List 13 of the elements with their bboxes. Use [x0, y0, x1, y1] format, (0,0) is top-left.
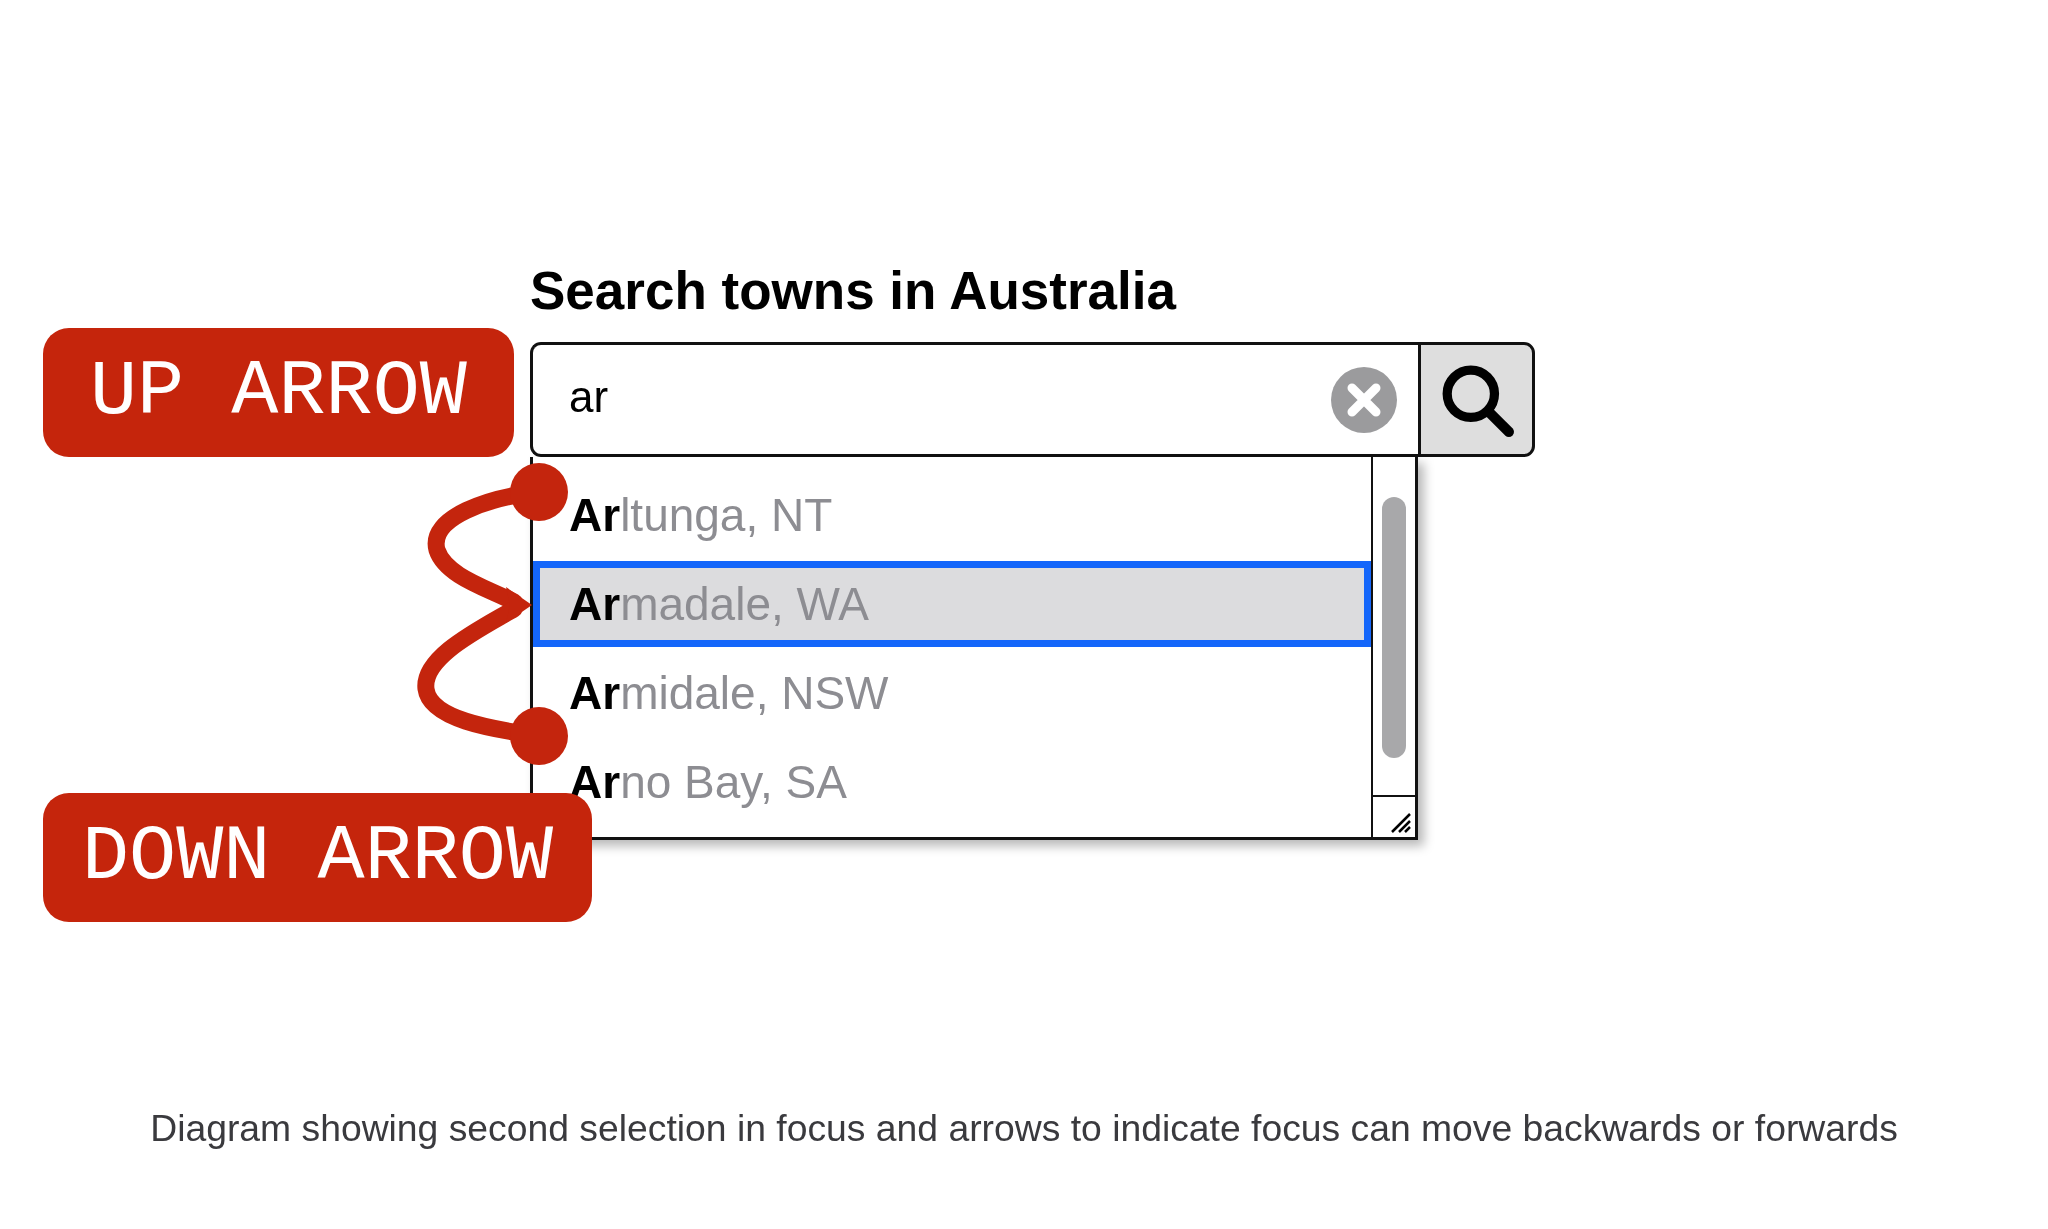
suggestion-option[interactable]: Armidale, NSW	[567, 650, 1371, 736]
search-field[interactable]: ar	[530, 342, 1418, 457]
search-button[interactable]	[1418, 342, 1535, 457]
resize-grip-icon[interactable]	[1390, 812, 1412, 834]
clear-icon[interactable]	[1331, 366, 1397, 433]
key-callout: UP ARROW	[43, 328, 514, 457]
suggestion-option[interactable]: Armadale, WA	[533, 561, 1371, 647]
figure-caption: Diagram showing second selection in focus and arrows to indicate focus can move backwards or forwards	[150, 1106, 1898, 1150]
search-input[interactable]: ar	[569, 368, 1315, 425]
scrollbar[interactable]	[1371, 457, 1415, 837]
search-heading: Search towns in Australia	[530, 261, 1176, 321]
scrollbar-thumb[interactable]	[1382, 497, 1406, 758]
suggestion-option[interactable]: Arltunga, NT	[567, 472, 1371, 558]
